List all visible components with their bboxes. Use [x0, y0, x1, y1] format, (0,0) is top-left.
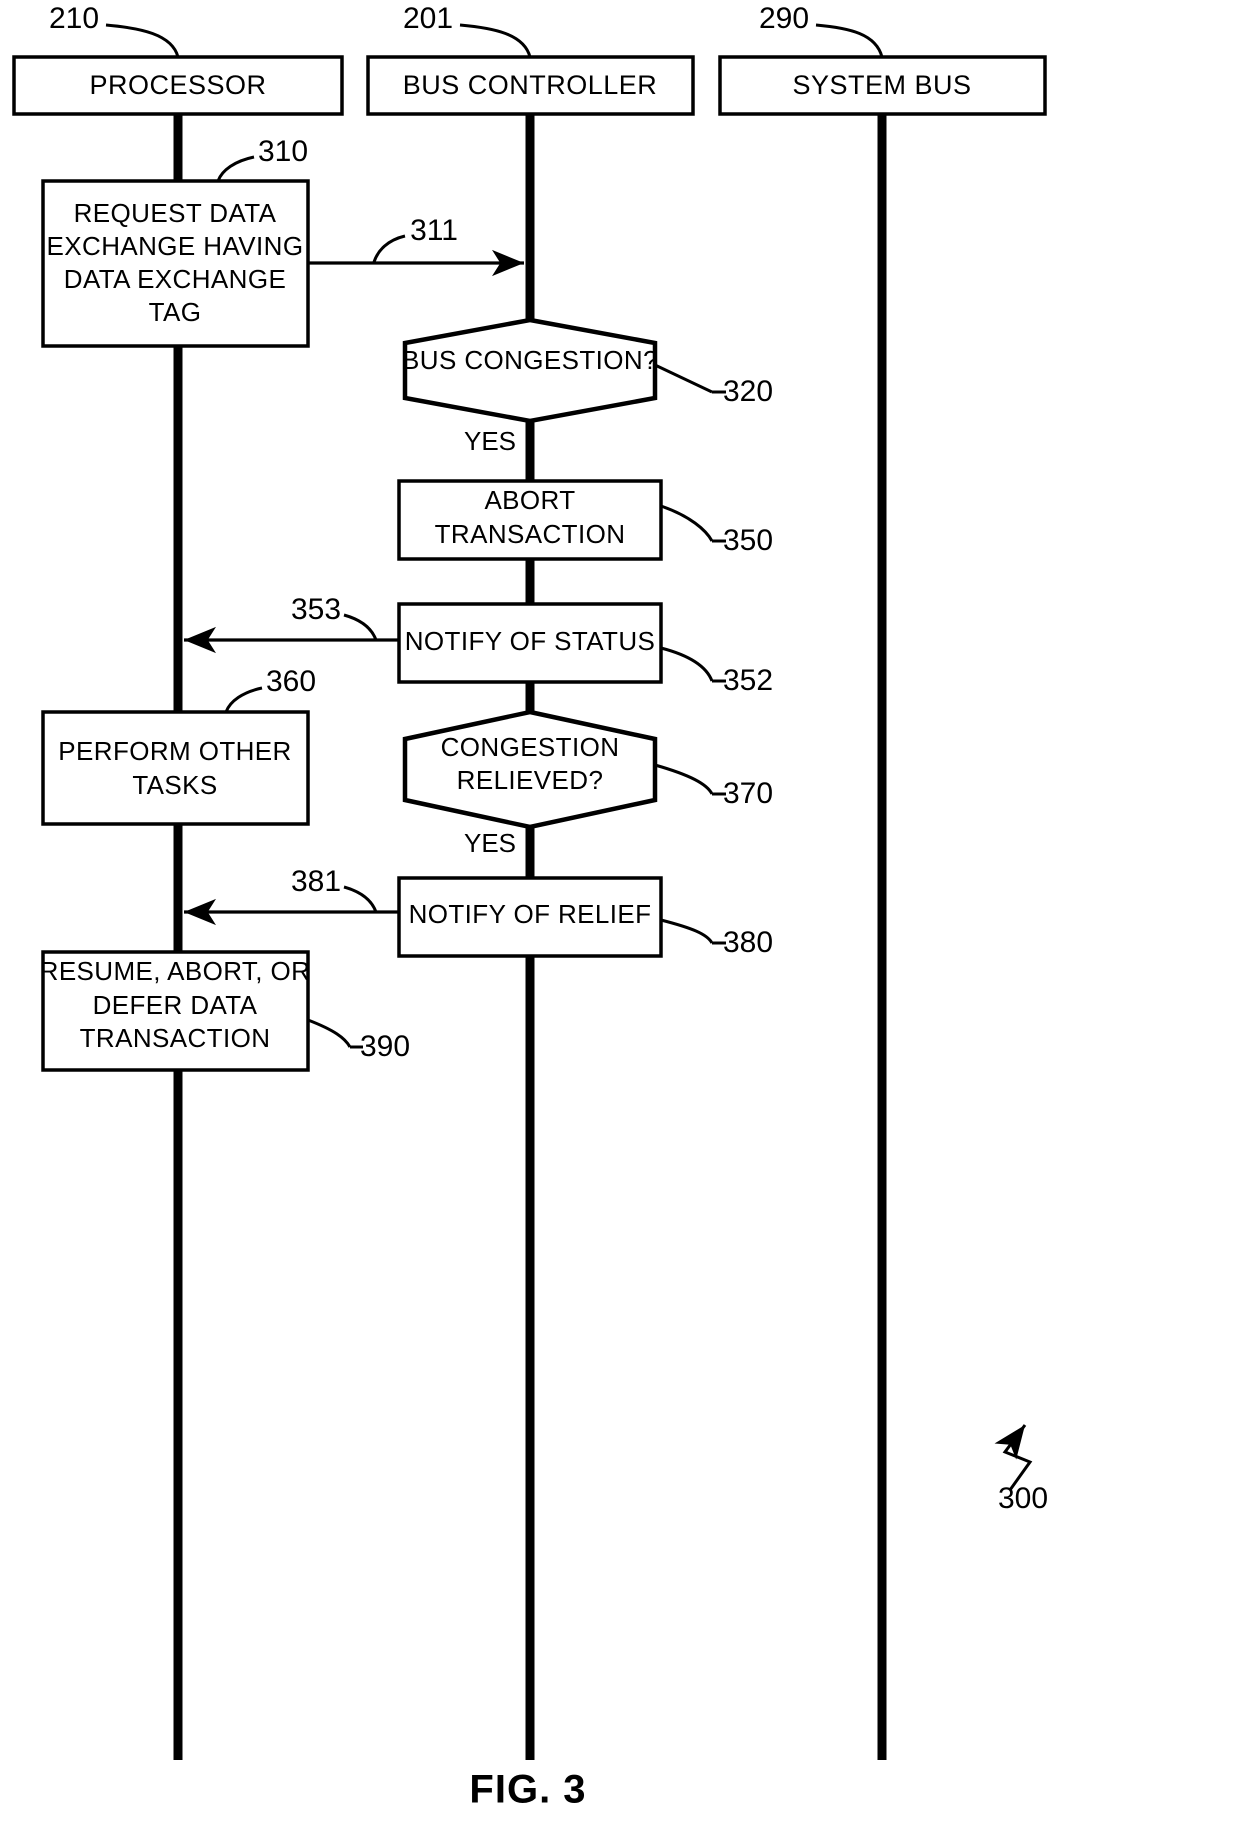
ref-numeral-300: 300: [998, 1482, 1048, 1515]
ref-numeral-353: 353: [291, 593, 341, 626]
figure-page: PROCESSOR BUS CONTROLLER SYSTEM BUS 210 …: [0, 0, 1240, 1834]
leader-line-360: [224, 686, 263, 713]
leader-line-201: [459, 23, 532, 58]
ref-numeral-320: 320: [723, 375, 773, 408]
ref-numeral-310: 310: [258, 135, 308, 168]
figure-caption: FIG. 3: [469, 1768, 586, 1812]
ref-numeral-381: 381: [291, 865, 341, 898]
process-text-notify-relief: NOTIFY OF RELIEF: [409, 899, 652, 929]
ref-numeral-290: 290: [759, 2, 809, 35]
ref-numeral-201: 201: [403, 2, 453, 35]
lane-label-bus-controller: BUS CONTROLLER: [403, 70, 658, 100]
leader-line-390: [307, 1018, 352, 1048]
process-text-request-line3: DATA EXCHANGE: [64, 264, 286, 294]
ref-numeral-352: 352: [723, 664, 773, 697]
leader-line-353: [343, 613, 378, 641]
process-text-other-tasks-line1: PERFORM OTHER: [58, 736, 291, 766]
process-text-resume-line2: DEFER DATA: [93, 990, 258, 1020]
process-text-request-line2: EXCHANGE HAVING: [47, 231, 304, 261]
process-text-request-line1: REQUEST DATA: [74, 198, 277, 228]
leader-line-320: [654, 363, 713, 394]
ref-numeral-210: 210: [49, 2, 99, 35]
ref-numeral-390: 390: [360, 1030, 410, 1063]
process-box-perform-other-tasks[interactable]: [41, 710, 310, 826]
process-text-notify-status: NOTIFY OF STATUS: [405, 626, 656, 656]
ref-numeral-311: 311: [410, 214, 458, 247]
process-text-resume-line3: TRANSACTION: [80, 1023, 271, 1053]
branch-label-yes-relieved: YES: [464, 828, 516, 858]
process-text-abort-line1: ABORT: [484, 485, 575, 515]
decision-text-congestion-relieved-line2: RELIEVED?: [457, 765, 604, 795]
leader-line-370: [654, 763, 714, 795]
branch-label-yes-congestion: YES: [464, 426, 516, 456]
process-text-abort-line2: TRANSACTION: [435, 519, 626, 549]
ref-numeral-350: 350: [723, 524, 773, 557]
flowchart-canvas: PROCESSOR BUS CONTROLLER SYSTEM BUS 210 …: [12, 2, 1048, 1812]
process-text-resume-line1: RESUME, ABORT, OR: [40, 956, 311, 986]
ref-numeral-360: 360: [266, 665, 316, 698]
leader-line-352: [660, 646, 714, 682]
lane-label-system-bus: SYSTEM BUS: [792, 70, 971, 100]
leader-line-290: [815, 23, 884, 58]
leader-line-381: [343, 885, 378, 913]
leader-line-210: [105, 23, 180, 58]
ref-numeral-380: 380: [723, 926, 773, 959]
decision-text-bus-congestion: BUS CONGESTION?: [402, 345, 658, 375]
leader-line-311: [372, 234, 406, 263]
process-text-other-tasks-line2: TASKS: [132, 770, 217, 800]
figure-leader-zigzag-300: [994, 1424, 1033, 1491]
ref-numeral-370: 370: [723, 777, 773, 810]
decision-text-congestion-relieved-line1: CONGESTION: [441, 732, 620, 762]
leader-line-350: [660, 504, 714, 542]
leader-line-310: [216, 155, 255, 182]
process-text-request-line4: TAG: [149, 297, 202, 327]
lane-label-processor: PROCESSOR: [89, 70, 266, 100]
leader-line-380: [660, 918, 714, 944]
